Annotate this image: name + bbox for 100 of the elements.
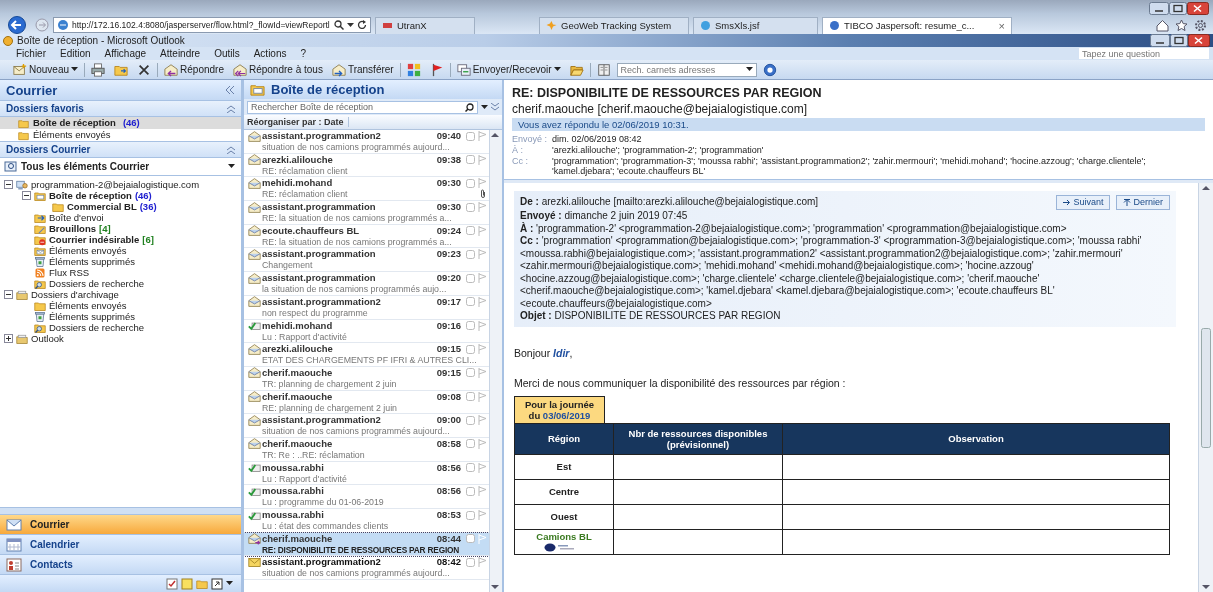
category-box[interactable] [465, 344, 475, 354]
flag-outline-icon[interactable] [477, 320, 487, 331]
folder-item[interactable]: Éléments envoyés [4, 245, 241, 256]
question-field[interactable]: Tapez une question [1079, 48, 1209, 59]
flag-outline-icon[interactable] [477, 154, 487, 165]
folder-item[interactable]: Éléments supprimés [4, 311, 241, 322]
favorite-folder[interactable]: Boîte de réception (46) [0, 117, 241, 129]
category-box[interactable] [465, 463, 475, 473]
message-row[interactable]: ecoute.chauffeurs BL 09:24 RE: la situation de nos camions programmés a... [244, 224, 489, 249]
browser-tab[interactable]: SmsXls.jsf [693, 16, 818, 34]
collapse-icon[interactable] [227, 145, 235, 154]
flag-outline-icon[interactable] [477, 415, 487, 426]
category-box[interactable] [465, 131, 475, 141]
collapse-icon[interactable] [225, 86, 235, 94]
star-icon[interactable] [1175, 18, 1188, 32]
reply-all-button[interactable]: Répondre à tous [229, 61, 326, 78]
last-button[interactable]: Dernier [1116, 195, 1170, 211]
folder-item[interactable]: Dossiers d'archivage [4, 289, 241, 300]
folder-item[interactable]: Dossiers de recherche [4, 322, 241, 333]
message-row[interactable]: arezki.alilouche 09:38 RE: réclamation client [244, 153, 489, 178]
nav-button[interactable]: Contacts [0, 554, 241, 574]
reply-button[interactable]: Répondre [161, 61, 227, 78]
browser-tab[interactable]: UtranX [375, 16, 475, 34]
caret-icon[interactable] [71, 67, 79, 72]
message-row[interactable]: moussa.rabhi 08:56 Lu : programme du 01-06-2019 [244, 485, 489, 509]
close-button[interactable]: × [998, 19, 1005, 32]
folder-item[interactable]: programmation-2@bejaialogistique.com [4, 179, 241, 190]
category-box[interactable] [465, 297, 475, 307]
message-row[interactable]: mehidi.mohand 09:16 Lu : Rapport d'activité [244, 319, 489, 344]
collapse-toggle[interactable] [22, 191, 31, 200]
caret-icon[interactable] [228, 164, 235, 169]
collapse-toggle[interactable] [4, 180, 13, 189]
menu-item[interactable]: Affichage [102, 48, 149, 59]
flag-outline-icon[interactable] [477, 462, 487, 473]
categories-icon[interactable] [406, 62, 421, 77]
flag-outline-icon[interactable] [477, 557, 487, 568]
address-search-field[interactable]: Rech. carnets adresses [616, 62, 757, 77]
category-box[interactable] [465, 249, 475, 259]
help-icon[interactable] [762, 62, 777, 77]
folder-item[interactable]: Dossiers de recherche [4, 278, 241, 289]
forward-button[interactable]: Transférer [328, 61, 397, 78]
flag-outline-icon[interactable] [477, 296, 487, 307]
message-row[interactable]: assistant.programmation 09:20 la situation de nos camions programmés aujo... [244, 272, 489, 296]
menu-item[interactable]: Actions [251, 48, 289, 59]
category-box[interactable] [465, 534, 475, 544]
tasks-icon[interactable] [166, 577, 178, 590]
forward-button[interactable] [35, 18, 49, 32]
category-box[interactable] [465, 392, 475, 402]
menu-item[interactable]: Edition [58, 48, 93, 59]
folder-item[interactable]: Brouillons [4] [4, 223, 241, 234]
section-header[interactable]: Dossiers favoris [0, 100, 241, 117]
collapse-toggle[interactable] [4, 290, 13, 299]
message-row[interactable]: cherif.maouche 09:15 TR: planning de chargement 2 juin [244, 366, 489, 391]
flag-outline-icon[interactable] [477, 367, 487, 378]
category-box[interactable] [465, 368, 475, 378]
folder-item[interactable]: Éléments envoyés [4, 300, 241, 311]
caret-icon[interactable] [481, 104, 488, 110]
flag-outline-icon[interactable] [477, 486, 487, 497]
printer-icon[interactable] [91, 62, 106, 77]
category-box[interactable] [465, 510, 475, 520]
search-field[interactable]: Rechercher Boîte de réception [247, 100, 478, 114]
folder-item[interactable]: Courrier indésirable [6] [4, 234, 241, 245]
settings-icon[interactable] [1194, 18, 1207, 32]
message-row[interactable]: cherif.maouche 08:44 RE: DISPONIBILITE DE RESSOURCES PAR REGION [244, 532, 489, 557]
folder-item[interactable]: Commercial BL (36) [4, 201, 241, 212]
category-box[interactable] [465, 178, 475, 188]
category-box[interactable] [465, 226, 475, 236]
send-receive-button[interactable]: Envoyer/Recevoir [453, 61, 564, 78]
caret-icon[interactable] [745, 67, 753, 72]
category-box[interactable] [465, 155, 475, 165]
search-icon[interactable] [334, 20, 344, 30]
folder-item[interactable]: Boîte d'envoi [4, 212, 241, 223]
flag-outline-icon[interactable] [477, 391, 487, 402]
folder-item[interactable]: Outlook [4, 333, 241, 344]
scroll-up-arrow[interactable] [490, 130, 500, 140]
message-row[interactable]: assistant.programmation 09:23 Changement [244, 248, 489, 273]
message-row[interactable]: assistant.programmation2 09:17 non respect du programme [244, 295, 489, 320]
section-header[interactable]: Dossiers Courrier [0, 141, 241, 158]
delete-icon[interactable] [137, 62, 152, 77]
message-row[interactable]: moussa.rabhi 08:56 Lu : Rapport d'activité [244, 461, 489, 486]
scroll-down-arrow[interactable] [1201, 582, 1211, 592]
nav-button[interactable]: Courrier [0, 514, 241, 534]
message-row[interactable]: assistant.programmation2 09:00 situation de nos camions programmés aujourd... [244, 414, 489, 438]
folder-item[interactable]: Éléments supprimés [4, 256, 241, 267]
category-box[interactable] [465, 439, 475, 449]
flag-outline-icon[interactable] [477, 510, 487, 520]
folder-item[interactable]: Boîte de réception (46) [4, 190, 241, 201]
expand-icon[interactable] [491, 103, 499, 111]
flag-outline-icon[interactable] [477, 249, 487, 260]
caret-icon[interactable] [553, 67, 561, 72]
shortcut-icon[interactable] [211, 577, 223, 590]
message-row[interactable]: cherif.maouche 09:08 RE: planning de chargement 2 juin [244, 390, 489, 415]
menu-item[interactable]: ? [298, 48, 309, 59]
scroll-down-arrow[interactable] [490, 582, 500, 592]
refresh-icon[interactable] [357, 20, 367, 30]
home-icon[interactable] [1156, 18, 1169, 32]
category-box[interactable] [465, 557, 475, 567]
category-box[interactable] [465, 415, 475, 425]
collapse-icon[interactable] [227, 104, 235, 113]
scrollbar[interactable] [1198, 183, 1213, 592]
